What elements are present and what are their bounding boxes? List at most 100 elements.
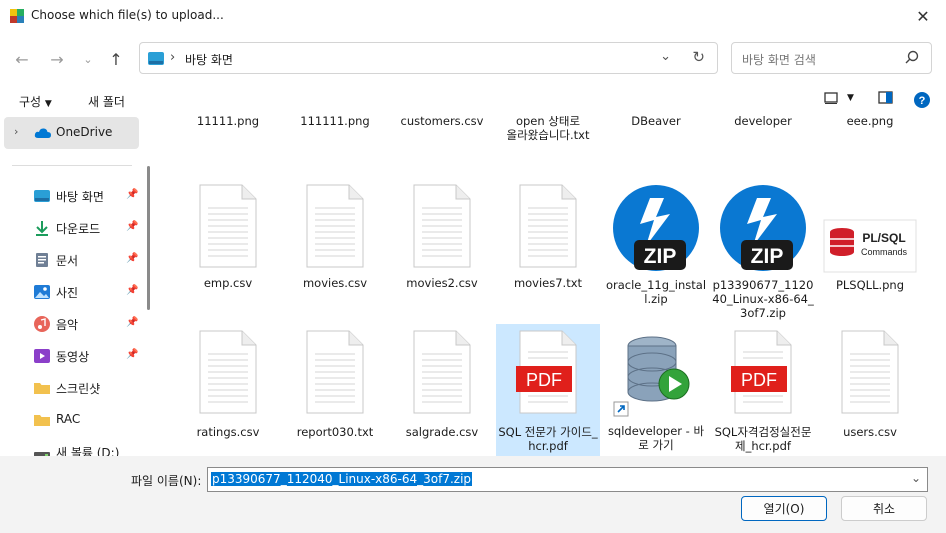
folder-item[interactable]: DBeaver bbox=[604, 116, 708, 128]
refresh-icon[interactable]: ↻ bbox=[692, 48, 705, 66]
file-item[interactable]: ratings.csv bbox=[176, 330, 280, 439]
document-icon bbox=[36, 253, 48, 267]
file-item[interactable]: movies2.csv bbox=[390, 184, 494, 290]
open-button[interactable]: 열기(O) bbox=[741, 496, 827, 521]
file-label: salgrade.csv bbox=[405, 425, 479, 439]
file-name-input[interactable]: p13390677_112040_Linux-x86-64_3of7.zip ⌄ bbox=[207, 467, 928, 492]
file-item[interactable]: movies7.txt bbox=[496, 184, 600, 290]
video-icon bbox=[34, 349, 50, 363]
sidebar-item-rac[interactable]: RAC bbox=[0, 406, 142, 434]
sidebar-item-music[interactable]: 음악 📌 bbox=[0, 310, 142, 338]
plsql-subtitle-text: Commands bbox=[861, 247, 908, 257]
chevron-down-icon[interactable]: ⌄ bbox=[911, 471, 921, 485]
pdf-text: PDF bbox=[526, 370, 562, 390]
file-name-value[interactable]: p13390677_112040_Linux-x86-64_3of7.zip bbox=[211, 472, 473, 486]
desktop-icon bbox=[148, 52, 164, 65]
file-label: movies7.txt bbox=[513, 276, 583, 290]
sidebar-item-label: 사진 bbox=[56, 286, 79, 300]
sidebar-item-downloads[interactable]: 다운로드 📌 bbox=[0, 214, 142, 242]
sidebar-item-videos[interactable]: 동영상 📌 bbox=[0, 342, 142, 370]
file-item[interactable]: customers.csv bbox=[390, 116, 494, 128]
organize-button[interactable]: 구성 ▼ bbox=[19, 93, 52, 110]
recent-locations-button[interactable]: ⌄ bbox=[75, 46, 101, 72]
text-file-icon bbox=[413, 330, 471, 414]
file-item[interactable]: users.csv bbox=[818, 330, 922, 439]
search-placeholder: 바탕 화면 검색 bbox=[742, 53, 816, 67]
caret-down-icon: ▼ bbox=[44, 99, 52, 109]
file-item[interactable]: ZIP oracle_11g_install.zip bbox=[604, 184, 708, 306]
arrow-up-icon: ↑ bbox=[109, 49, 123, 69]
file-list: 11111.png 111111.png customers.csv db 가 … bbox=[152, 116, 932, 456]
file-item[interactable]: movies.csv bbox=[283, 184, 387, 290]
file-item[interactable]: 11111.png bbox=[176, 116, 280, 128]
file-item[interactable]: emp.csv bbox=[176, 184, 280, 290]
search-box[interactable]: 바탕 화면 검색 bbox=[731, 42, 932, 74]
file-item[interactable]: PDF SQL자격검정실전문제_hcr.pdf bbox=[711, 330, 815, 453]
file-label: SQL 전문가 가이드_hcr.pdf bbox=[498, 425, 598, 453]
file-item[interactable]: ZIP p13390677_112040_Linux-x86-64_3of7.z… bbox=[711, 184, 815, 320]
address-bar[interactable]: › 바탕 화면 ⌄ ↻ bbox=[139, 42, 718, 74]
pdf-text: PDF bbox=[741, 370, 777, 390]
cancel-button[interactable]: 취소 bbox=[841, 496, 927, 521]
file-label: 11111.png bbox=[196, 116, 260, 128]
text-file-icon bbox=[519, 184, 577, 268]
pdf-file-icon: PDF bbox=[731, 330, 792, 414]
pictures-icon bbox=[34, 285, 50, 299]
plsql-image-icon: PL/SQL Commands bbox=[823, 219, 917, 273]
sidebar-item-drive-d[interactable]: 새 볼륨 (D:) bbox=[0, 438, 142, 456]
download-icon bbox=[36, 221, 48, 236]
svg-text:?: ? bbox=[919, 95, 926, 107]
file-label: db 가 만들어지면서 open 상태로 올라왔습니다.txt bbox=[506, 116, 590, 142]
sidebar-item-label: RAC bbox=[56, 412, 81, 426]
file-item[interactable]: eee.png bbox=[818, 116, 922, 128]
sidebar-item-desktop[interactable]: 바탕 화면 📌 bbox=[0, 182, 142, 210]
folder-item[interactable]: developer bbox=[711, 116, 815, 128]
file-item[interactable]: report030.txt bbox=[283, 330, 387, 439]
file-item[interactable]: db 가 만들어지면서 open 상태로 올라왔습니다.txt bbox=[496, 116, 600, 142]
sidebar-item-documents[interactable]: 문서 📌 bbox=[0, 246, 142, 274]
file-item[interactable]: PL/SQL Commands PLSQLL.png bbox=[818, 184, 922, 292]
desktop-icon bbox=[34, 190, 50, 202]
file-label: sqldeveloper - 바로 가기 bbox=[607, 424, 705, 452]
chevron-right-icon: › bbox=[170, 50, 176, 65]
file-label: DBeaver bbox=[631, 116, 681, 128]
sidebar-item-screenshots[interactable]: 스크린샷 bbox=[0, 374, 142, 402]
forward-button[interactable]: → bbox=[44, 46, 70, 72]
navigation-bar: ← → ⌄ ↑ › 바탕 화면 ⌄ ↻ 바탕 화면 검색 bbox=[0, 38, 946, 80]
file-label: report030.txt bbox=[296, 425, 374, 439]
view-icon[interactable] bbox=[824, 91, 838, 105]
sidebar-item-label: OneDrive bbox=[56, 125, 113, 139]
sidebar-item-label: 음악 bbox=[56, 318, 79, 332]
file-name-panel: 파일 이름(N): p13390677_112040_Linux-x86-64_… bbox=[0, 456, 946, 533]
shortcut-item[interactable]: sqldeveloper - 바로 가기 bbox=[604, 330, 708, 452]
sidebar-scrollbar[interactable] bbox=[147, 166, 150, 310]
pin-icon: 📌 bbox=[126, 221, 139, 232]
sidebar-item-onedrive[interactable]: › OneDrive bbox=[4, 117, 139, 149]
new-folder-button[interactable]: 새 폴더 bbox=[88, 93, 125, 110]
address-dropdown-icon[interactable]: ⌄ bbox=[660, 49, 671, 64]
sidebar-item-pictures[interactable]: 사진 📌 bbox=[0, 278, 142, 306]
music-icon bbox=[34, 316, 50, 332]
up-button[interactable]: ↑ bbox=[103, 46, 129, 72]
address-location[interactable]: 바탕 화면 bbox=[185, 51, 233, 68]
arrow-left-icon: ← bbox=[15, 49, 29, 69]
pin-icon: 📌 bbox=[126, 349, 139, 360]
view-dropdown-icon[interactable]: ▼ bbox=[847, 93, 854, 103]
cloud-icon bbox=[34, 128, 51, 138]
close-button[interactable]: ✕ bbox=[900, 0, 946, 32]
file-label: p13390677_112040_Linux-x86-64_3of7.zip bbox=[712, 278, 814, 320]
preview-pane-icon[interactable] bbox=[878, 91, 893, 105]
zip-icon: ZIP bbox=[613, 185, 699, 271]
sidebar-item-label: 동영상 bbox=[56, 350, 90, 364]
text-file-icon bbox=[199, 184, 257, 268]
organize-label: 구성 bbox=[19, 95, 42, 109]
file-item[interactable]: salgrade.csv bbox=[390, 330, 494, 439]
back-button[interactable]: ← bbox=[9, 46, 35, 72]
file-label: movies.csv bbox=[302, 276, 368, 290]
help-icon[interactable]: ? bbox=[914, 92, 930, 108]
sidebar-item-label: 바탕 화면 bbox=[56, 190, 104, 204]
divider bbox=[12, 165, 132, 166]
sidebar-item-label: 스크린샷 bbox=[56, 382, 101, 396]
file-item[interactable]: 111111.png bbox=[283, 116, 387, 128]
file-item-selected[interactable]: PDF SQL 전문가 가이드_hcr.pdf bbox=[496, 324, 600, 456]
